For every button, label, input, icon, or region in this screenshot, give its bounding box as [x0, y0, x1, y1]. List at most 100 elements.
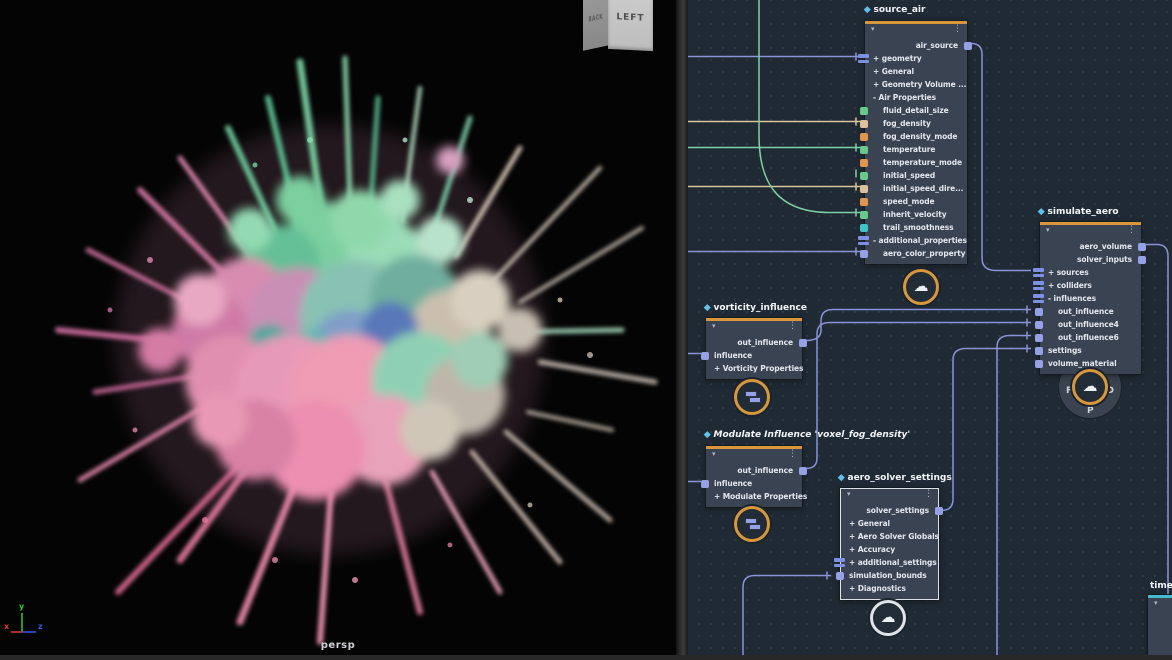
collapse-chevron-icon[interactable]: ▾ — [871, 26, 875, 33]
port-icon[interactable] — [1035, 347, 1043, 355]
modulate-influence-badge[interactable] — [734, 506, 770, 542]
port-icon[interactable] — [1035, 334, 1043, 342]
multiport-icon[interactable] — [1033, 268, 1044, 277]
node-row-solver-settings[interactable]: solver_settings — [841, 504, 938, 517]
port-icon[interactable] — [860, 107, 868, 115]
kebab-menu-icon[interactable]: ⋮ — [788, 322, 797, 331]
port-icon[interactable] — [701, 480, 709, 488]
kebab-menu-icon[interactable]: ⋮ — [924, 490, 933, 499]
port-icon[interactable] — [860, 198, 868, 206]
collapse-chevron-icon[interactable]: ▾ — [712, 451, 716, 458]
node-row-diagnostics[interactable]: + Diagnostics — [841, 582, 938, 595]
port-icon[interactable] — [964, 42, 972, 50]
node-row-inherit-velocity[interactable]: inherit_velocity — [865, 208, 967, 221]
node-vorticity-influence[interactable]: ▾ ⋮ out_influenceinfluence+ Vorticity Pr… — [706, 318, 802, 379]
node-row-aero-solver-globals[interactable]: + Aero Solver Globals — [841, 530, 938, 543]
port-icon[interactable] — [860, 159, 868, 167]
node-row-initial-speed[interactable]: initial_speed — [865, 169, 967, 182]
node-row-out-influence4[interactable]: out_influence4 — [1040, 318, 1141, 331]
node-header[interactable]: ▾ ⋮ — [706, 321, 802, 336]
port-icon[interactable] — [860, 133, 868, 141]
node-modulate-influence[interactable]: ▾ ⋮ out_influenceinfluence+ Modulate Pro… — [706, 446, 802, 507]
node-title-vorticity-influence[interactable]: vorticity_influence — [705, 303, 807, 313]
node-row-out-influence[interactable]: out_influence — [706, 464, 802, 477]
perspective-viewport[interactable]: BACK LEFT y x z persp — [0, 0, 676, 660]
port-icon[interactable] — [1035, 308, 1043, 316]
node-title-simulate-aero[interactable]: simulate_aero — [1039, 207, 1119, 217]
node-title-modulate-influence[interactable]: Modulate Influence 'voxel_fog_density' — [705, 430, 910, 440]
kebab-menu-icon[interactable]: ⋮ — [788, 450, 797, 459]
multiport-icon[interactable] — [858, 236, 869, 245]
port-icon[interactable] — [836, 572, 844, 580]
vorticity-influence-badge[interactable] — [734, 379, 770, 415]
node-row-geometry[interactable]: + geometry — [865, 52, 967, 65]
node-row-fluid-detail-size[interactable]: fluid_detail_size — [865, 104, 967, 117]
node-row-simulation-bounds[interactable]: simulation_bounds — [841, 569, 938, 582]
radial-p-label[interactable]: P — [1087, 406, 1094, 416]
node-row-speed-mode[interactable]: speed_mode — [865, 195, 967, 208]
node-header[interactable]: ▾ ⋮ — [706, 449, 802, 464]
node-title-aero-solver-settings[interactable]: aero_solver_settings — [839, 473, 952, 483]
kebab-menu-icon[interactable]: ⋮ — [953, 25, 962, 34]
view-cube-back-face[interactable]: BACK — [583, 0, 609, 51]
port-icon[interactable] — [860, 185, 868, 193]
node-time[interactable]: ▾ — [1148, 595, 1172, 660]
node-row-trail-smoothness[interactable]: trail_smoothness — [865, 221, 967, 234]
multiport-icon[interactable] — [1033, 294, 1044, 303]
node-header[interactable]: ▾ ⋮ — [841, 489, 938, 504]
simulate-aero-badge[interactable]: ☁ — [1072, 369, 1108, 405]
multiport-icon[interactable] — [858, 54, 869, 63]
panel-splitter[interactable] — [676, 0, 688, 660]
node-row-sources[interactable]: + sources — [1040, 266, 1141, 279]
aero-solver-settings-badge[interactable]: ☁ — [870, 600, 906, 636]
multiport-icon[interactable] — [1033, 281, 1044, 290]
node-row-air-properties[interactable]: - Air Properties — [865, 91, 967, 104]
node-row-colliders[interactable]: + colliders — [1040, 279, 1141, 292]
port-icon[interactable] — [799, 339, 807, 347]
node-row-initial-speed-dire[interactable]: initial_speed_dire... — [865, 182, 967, 195]
node-simulate-aero[interactable]: ▾ ⋮ aero_volumesolver_inputs+ sources+ c… — [1040, 222, 1141, 374]
node-title-time[interactable]: time1 — [1150, 581, 1172, 591]
port-icon[interactable] — [860, 120, 868, 128]
node-row-aero-volume[interactable]: aero_volume — [1040, 240, 1141, 253]
node-row-temperature[interactable]: temperature — [865, 143, 967, 156]
multiport-icon[interactable] — [834, 558, 845, 567]
node-row-out-influence6[interactable]: out_influence6 — [1040, 331, 1141, 344]
node-row-aero-color-property[interactable]: aero_color_property — [865, 247, 967, 260]
node-row-out-influence[interactable]: out_influence — [706, 336, 802, 349]
kebab-menu-icon[interactable]: ⋮ — [1127, 226, 1136, 235]
source-air-badge[interactable]: ☁ — [903, 269, 939, 305]
node-row-geometry-volume[interactable]: + Geometry Volume ... — [865, 78, 967, 91]
collapse-chevron-icon[interactable]: ▾ — [1154, 600, 1158, 607]
node-row-modulate-properties[interactable]: + Modulate Properties — [706, 490, 802, 503]
node-aero-solver-settings[interactable]: ▾ ⋮ solver_settings+ General+ Aero Solve… — [840, 488, 939, 600]
node-row-vorticity-properties[interactable]: + Vorticity Properties — [706, 362, 802, 375]
collapse-chevron-icon[interactable]: ▾ — [1046, 227, 1050, 234]
node-source-air[interactable]: ▾ ⋮ air_source+ geometry+ General+ Geome… — [865, 21, 967, 264]
port-icon[interactable] — [1035, 360, 1043, 368]
node-row-additional-settings[interactable]: + additional_settings — [841, 556, 938, 569]
node-header[interactable]: ▾ ⋮ — [865, 24, 967, 39]
node-row-general[interactable]: + General — [841, 517, 938, 530]
port-icon[interactable] — [799, 467, 807, 475]
port-icon[interactable] — [935, 507, 943, 515]
node-row-accuracy[interactable]: + Accuracy — [841, 543, 938, 556]
node-row-temperature-mode[interactable]: temperature_mode — [865, 156, 967, 169]
node-row-general[interactable]: + General — [865, 65, 967, 78]
port-icon[interactable] — [701, 352, 709, 360]
port-icon[interactable] — [1138, 243, 1146, 251]
port-icon[interactable] — [860, 172, 868, 180]
collapse-chevron-icon[interactable]: ▾ — [847, 491, 851, 498]
node-row-influences[interactable]: - influences — [1040, 292, 1141, 305]
node-row-fog-density-mode[interactable]: fog_density_mode — [865, 130, 967, 143]
port-icon[interactable] — [1035, 321, 1043, 329]
node-header[interactable]: ▾ ⋮ — [1040, 225, 1141, 240]
view-cube-left-face[interactable]: LEFT — [608, 0, 653, 51]
view-cube[interactable]: BACK LEFT — [583, 0, 657, 56]
node-title-source-air[interactable]: source_air — [865, 5, 925, 15]
node-row-influence[interactable]: influence — [706, 477, 802, 490]
node-row-influence[interactable]: influence — [706, 349, 802, 362]
node-row-out-influence[interactable]: out_influence — [1040, 305, 1141, 318]
node-row-additional-properties[interactable]: - additional_properties — [865, 234, 967, 247]
node-row-fog-density[interactable]: fog_density — [865, 117, 967, 130]
